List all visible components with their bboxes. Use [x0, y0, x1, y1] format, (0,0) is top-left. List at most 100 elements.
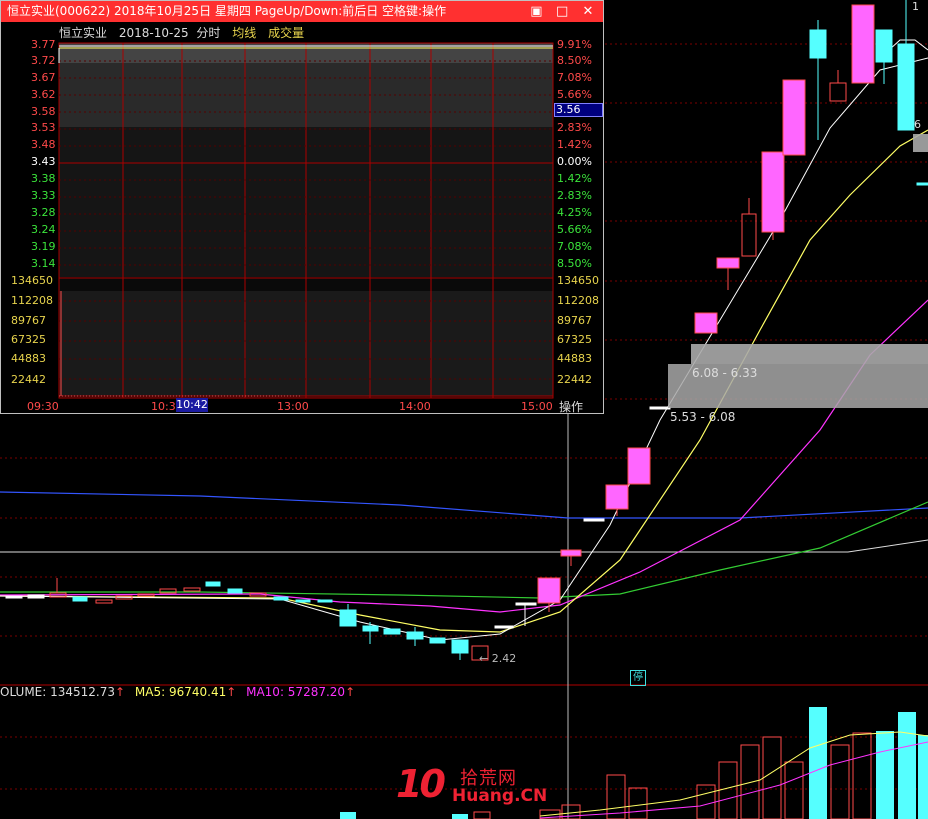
- volume-legend: OLUME: 134512.73↑ MA5: 96740.41↑ MA10: 5…: [0, 685, 356, 699]
- price-tick-label: 3.48: [31, 138, 56, 151]
- volume-bar: [762, 736, 782, 819]
- volume-tick-label: 67325: [557, 333, 592, 346]
- price-tick-label: 3.33: [31, 189, 56, 202]
- candle: [829, 82, 847, 102]
- pct-tick-label: 1.42%: [557, 172, 592, 185]
- candle: [741, 213, 757, 257]
- volume-bar: [452, 814, 468, 819]
- volume-tick-label: 134650: [557, 274, 599, 287]
- pct-tick-label: 9.91%: [557, 38, 592, 51]
- price-tick-label: 3.28: [31, 206, 56, 219]
- candle: [897, 43, 915, 131]
- pct-tick-label: 8.50%: [557, 54, 592, 67]
- pct-tick-label: 7.08%: [557, 71, 592, 84]
- price-tick-label: 3.77: [31, 38, 56, 51]
- volume-bar: [809, 707, 827, 819]
- price-tick-label: 3.62: [31, 88, 56, 101]
- pct-tick-label: 5.66%: [557, 223, 592, 236]
- candle: [273, 596, 289, 601]
- volume-bar: [918, 735, 928, 819]
- time-tick-label: 15:00: [521, 400, 553, 413]
- volume-tick-label: 112208: [557, 294, 599, 307]
- volume-bar: [784, 761, 804, 819]
- pct-tick-label: 2.83%: [557, 121, 592, 134]
- candle: [875, 29, 893, 63]
- volume-bar: [340, 812, 356, 819]
- volume-tick-label: 22442: [557, 373, 592, 386]
- candle: [782, 79, 806, 156]
- side-marker: 6: [914, 118, 921, 131]
- volume-bar: [852, 732, 872, 819]
- pct-tick-label: 2.83%: [557, 189, 592, 202]
- volume-tick-label: 22442: [11, 373, 46, 386]
- volume-bar: [696, 784, 716, 819]
- volume-bar: [876, 731, 894, 819]
- candle: [27, 594, 45, 599]
- range-label-lower: 5.53 - 6.08: [670, 410, 736, 424]
- candle: [649, 406, 671, 410]
- candle: [761, 151, 785, 233]
- volume-bar: [830, 744, 850, 819]
- top-marker: 1: [912, 0, 919, 13]
- candle: [339, 609, 357, 627]
- price-tick-label: 3.14: [31, 257, 56, 270]
- volume-tick-label: 67325: [11, 333, 46, 346]
- volume-tick-label: 44883: [11, 352, 46, 365]
- range-box-side: [913, 134, 928, 152]
- intraday-chart[interactable]: [1, 1, 603, 415]
- price-tick-label: 3.19: [31, 240, 56, 253]
- candle: [295, 599, 311, 603]
- candle: [716, 257, 740, 269]
- time-tick-label: 13:00: [277, 400, 309, 413]
- range-label-upper: 6.08 - 6.33: [692, 366, 758, 380]
- pct-tick-label: 0.00%: [557, 155, 592, 168]
- candle: [605, 484, 629, 510]
- range-box-upper: [691, 344, 928, 364]
- volume-bar: [473, 811, 491, 819]
- candle: [95, 599, 113, 604]
- candle: [429, 637, 446, 644]
- low-marker: ← 2.42: [479, 652, 517, 665]
- candle: [205, 581, 221, 587]
- pct-tick-label: 5.66%: [557, 88, 592, 101]
- volume-tick-label: 134650: [11, 274, 53, 287]
- candle: [383, 628, 401, 635]
- price-tick-label: 3.72: [31, 54, 56, 67]
- price-tick-label: 3.58: [31, 105, 56, 118]
- volume-bar: [718, 761, 738, 819]
- candle: [227, 588, 243, 594]
- candle: [916, 182, 928, 186]
- candle: [851, 4, 875, 84]
- candle: [72, 596, 88, 602]
- price-tick-label: 3.24: [31, 223, 56, 236]
- volume-bar: [898, 712, 916, 819]
- ma5-value: MA5: 96740.41: [134, 685, 227, 699]
- candle: [537, 577, 561, 604]
- time-tick-label: 09:30: [27, 400, 59, 413]
- candle: [5, 595, 23, 599]
- time-tick-label: 14:00: [399, 400, 431, 413]
- pct-tick-label: 4.25%: [557, 206, 592, 219]
- pct-tick-label: 7.08%: [557, 240, 592, 253]
- early-candles: [5, 578, 267, 604]
- pct-tick-label: 1.42%: [557, 138, 592, 151]
- candle: [583, 518, 605, 522]
- watermark-logo: 10 拾荒网 Huang.CN: [396, 762, 548, 806]
- candle: [560, 549, 582, 557]
- price-tick-label: 3.53: [31, 121, 56, 134]
- candle: [627, 447, 651, 485]
- operate-button[interactable]: 操作: [559, 398, 583, 415]
- candle: [694, 312, 718, 334]
- price-tick-label: 3.43: [31, 155, 56, 168]
- volume-bar: [628, 787, 648, 819]
- time-tick-label: 10:3: [151, 400, 176, 413]
- candle: [317, 599, 333, 603]
- volume-tick-label: 89767: [557, 314, 592, 327]
- price-tick-label: 3.67: [31, 71, 56, 84]
- volume-value: OLUME: 134512.73: [0, 685, 116, 699]
- stop-badge: 停: [630, 670, 646, 686]
- intraday-popup[interactable]: 恒立实业(000622) 2018年10月25日 星期四 PageUp/Down…: [0, 0, 604, 414]
- cursor-price-box: 3.56: [554, 103, 603, 117]
- cursor-time-box: 10:42: [176, 398, 208, 412]
- volume-tick-label: 44883: [557, 352, 592, 365]
